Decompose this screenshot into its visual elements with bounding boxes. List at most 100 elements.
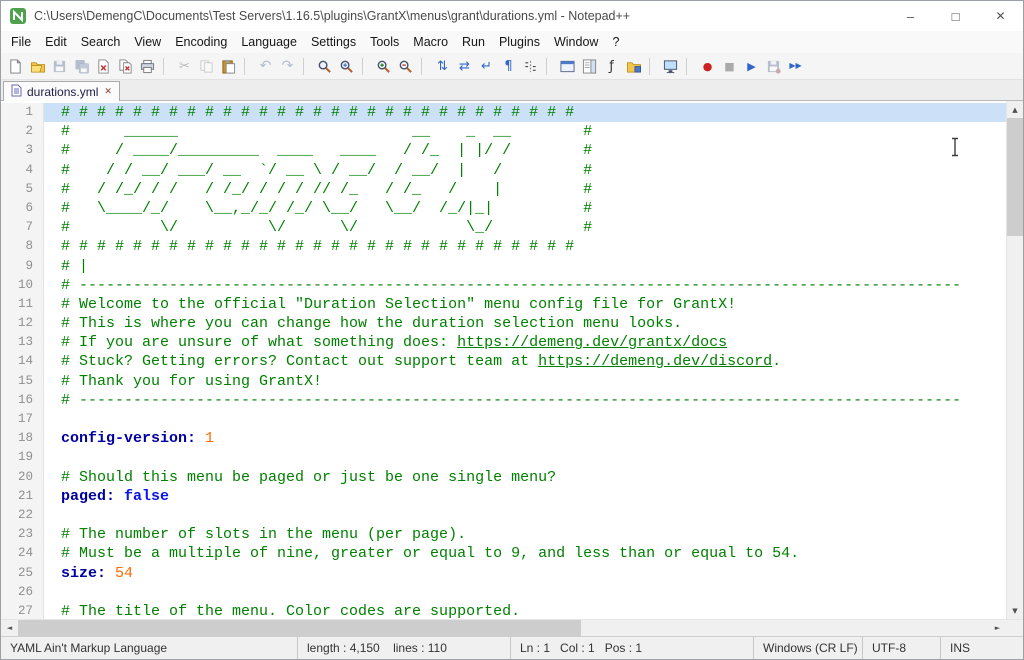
find-button[interactable]	[314, 55, 335, 77]
menu-item-language[interactable]: Language	[234, 32, 304, 52]
code-text[interactable]: paged: false	[44, 487, 1006, 506]
line-number[interactable]: 9	[1, 257, 44, 276]
line-number[interactable]: 10	[1, 276, 44, 295]
scroll-right-arrow-icon[interactable]: ►	[989, 620, 1006, 636]
line-number[interactable]: 17	[1, 410, 44, 429]
line-number[interactable]: 4	[1, 161, 44, 180]
menu-item-file[interactable]: File	[4, 32, 38, 52]
code-text[interactable]: # # # # # # # # # # # # # # # # # # # # …	[44, 103, 1006, 122]
code-text[interactable]: # If you are unsure of what something do…	[44, 333, 1006, 352]
print-button[interactable]	[137, 55, 158, 77]
close-window-button[interactable]: ✕	[978, 1, 1023, 31]
line-number[interactable]: 26	[1, 583, 44, 602]
line-number[interactable]: 21	[1, 487, 44, 506]
user-defined-dialog-button[interactable]	[557, 55, 578, 77]
code-text[interactable]: # Stuck? Getting errors? Contact out sup…	[44, 352, 1006, 371]
menu-item-plugins[interactable]: Plugins	[492, 32, 547, 52]
line-number[interactable]: 15	[1, 372, 44, 391]
sync-vertical-scroll-button[interactable]: ⇅	[432, 55, 453, 77]
menu-item-encoding[interactable]: Encoding	[168, 32, 234, 52]
save-button[interactable]	[49, 55, 70, 77]
line-number[interactable]: 22	[1, 506, 44, 525]
line-number[interactable]: 12	[1, 314, 44, 333]
code-text[interactable]: # / ____/_________ ____ ____ / /_ | |/ /…	[44, 141, 1006, 160]
menu-item-edit[interactable]: Edit	[38, 32, 74, 52]
monitoring-button[interactable]	[660, 55, 681, 77]
record-macro-button[interactable]: ●	[697, 55, 718, 77]
maximize-button[interactable]: □	[933, 1, 978, 31]
code-text[interactable]: config-version: 1	[44, 429, 1006, 448]
menu-item-help[interactable]: ?	[605, 32, 626, 52]
zoom-in-button[interactable]	[373, 55, 394, 77]
tab-durations.yml[interactable]: durations.yml✕	[3, 81, 120, 101]
code-text[interactable]: # --------------------------------------…	[44, 391, 1006, 410]
status-eol-format[interactable]: Windows (CR LF)	[754, 637, 863, 659]
code-text[interactable]: # This is where you can change how the d…	[44, 314, 1006, 333]
scroll-up-arrow-icon[interactable]: ▲	[1007, 101, 1023, 118]
vertical-scroll-track[interactable]	[1007, 118, 1023, 602]
cut-button[interactable]: ✂	[174, 55, 195, 77]
line-number[interactable]: 8	[1, 237, 44, 256]
replace-button[interactable]	[336, 55, 357, 77]
code-text[interactable]: # The number of slots in the menu (per p…	[44, 525, 1006, 544]
minimize-button[interactable]: –	[888, 1, 933, 31]
line-number[interactable]: 13	[1, 333, 44, 352]
stop-recording-button[interactable]: ■	[719, 55, 740, 77]
indent-guide-button[interactable]	[520, 55, 541, 77]
scroll-left-arrow-icon[interactable]: ◄	[1, 620, 18, 636]
scroll-down-arrow-icon[interactable]: ▼	[1007, 602, 1023, 619]
line-number[interactable]: 7	[1, 218, 44, 237]
playback-macro-button[interactable]: ▶	[741, 55, 762, 77]
code-text[interactable]: # \/ \/ \/ \_/ #	[44, 218, 1006, 237]
line-number[interactable]: 1	[1, 103, 44, 122]
new-file-button[interactable]	[5, 55, 26, 77]
code-text[interactable]: # Thank you for using GrantX!	[44, 372, 1006, 391]
menu-item-search[interactable]: Search	[74, 32, 128, 52]
code-text[interactable]: # |	[44, 257, 1006, 276]
code-text[interactable]: # Welcome to the official "Duration Sele…	[44, 295, 1006, 314]
code-text[interactable]	[44, 410, 1006, 429]
code-text[interactable]: # # # # # # # # # # # # # # # # # # # # …	[44, 237, 1006, 256]
folder-as-workspace-button[interactable]	[623, 55, 644, 77]
document-map-button[interactable]	[579, 55, 600, 77]
line-number[interactable]: 6	[1, 199, 44, 218]
menu-item-settings[interactable]: Settings	[304, 32, 363, 52]
status-encoding[interactable]: UTF-8	[863, 637, 941, 659]
horizontal-scroll-thumb[interactable]	[18, 620, 581, 636]
show-all-characters-button[interactable]: ¶	[498, 55, 519, 77]
line-number[interactable]: 18	[1, 429, 44, 448]
code-text[interactable]: # / /_/ / / / /_/ / / / // /_ / /_ / | #	[44, 180, 1006, 199]
code-text[interactable]: # Must be a multiple of nine, greater or…	[44, 544, 1006, 563]
word-wrap-button[interactable]: ↵	[476, 55, 497, 77]
function-list-button[interactable]: ƒ	[601, 55, 622, 77]
run-macro-multiple-button[interactable]: ▶▶	[785, 55, 806, 77]
vertical-scroll-thumb[interactable]	[1007, 118, 1023, 236]
menu-item-tools[interactable]: Tools	[363, 32, 406, 52]
vertical-scrollbar[interactable]: ▲ ▼	[1006, 101, 1023, 619]
close-all-button[interactable]	[115, 55, 136, 77]
line-number[interactable]: 11	[1, 295, 44, 314]
line-number[interactable]: 20	[1, 468, 44, 487]
paste-button[interactable]	[218, 55, 239, 77]
line-number[interactable]: 16	[1, 391, 44, 410]
copy-button[interactable]	[196, 55, 217, 77]
code-text[interactable]	[44, 506, 1006, 525]
save-all-button[interactable]	[71, 55, 92, 77]
menu-item-run[interactable]: Run	[455, 32, 492, 52]
open-button[interactable]	[27, 55, 48, 77]
code-text[interactable]: # Should this menu be paged or just be o…	[44, 468, 1006, 487]
line-number[interactable]: 27	[1, 602, 44, 619]
close-button[interactable]	[93, 55, 114, 77]
code-text[interactable]	[44, 583, 1006, 602]
undo-button[interactable]: ↶	[255, 55, 276, 77]
text-editor[interactable]: 1# # # # # # # # # # # # # # # # # # # #…	[1, 101, 1006, 619]
status-insert-mode[interactable]: INS	[941, 637, 1023, 659]
line-number[interactable]: 25	[1, 564, 44, 583]
menu-item-view[interactable]: View	[127, 32, 168, 52]
sync-horizontal-scroll-button[interactable]: ⇄	[454, 55, 475, 77]
menu-item-macro[interactable]: Macro	[406, 32, 455, 52]
save-macro-button[interactable]	[763, 55, 784, 77]
line-number[interactable]: 24	[1, 544, 44, 563]
tab-close-icon[interactable]: ✕	[104, 87, 112, 97]
code-text[interactable]: # --------------------------------------…	[44, 276, 1006, 295]
